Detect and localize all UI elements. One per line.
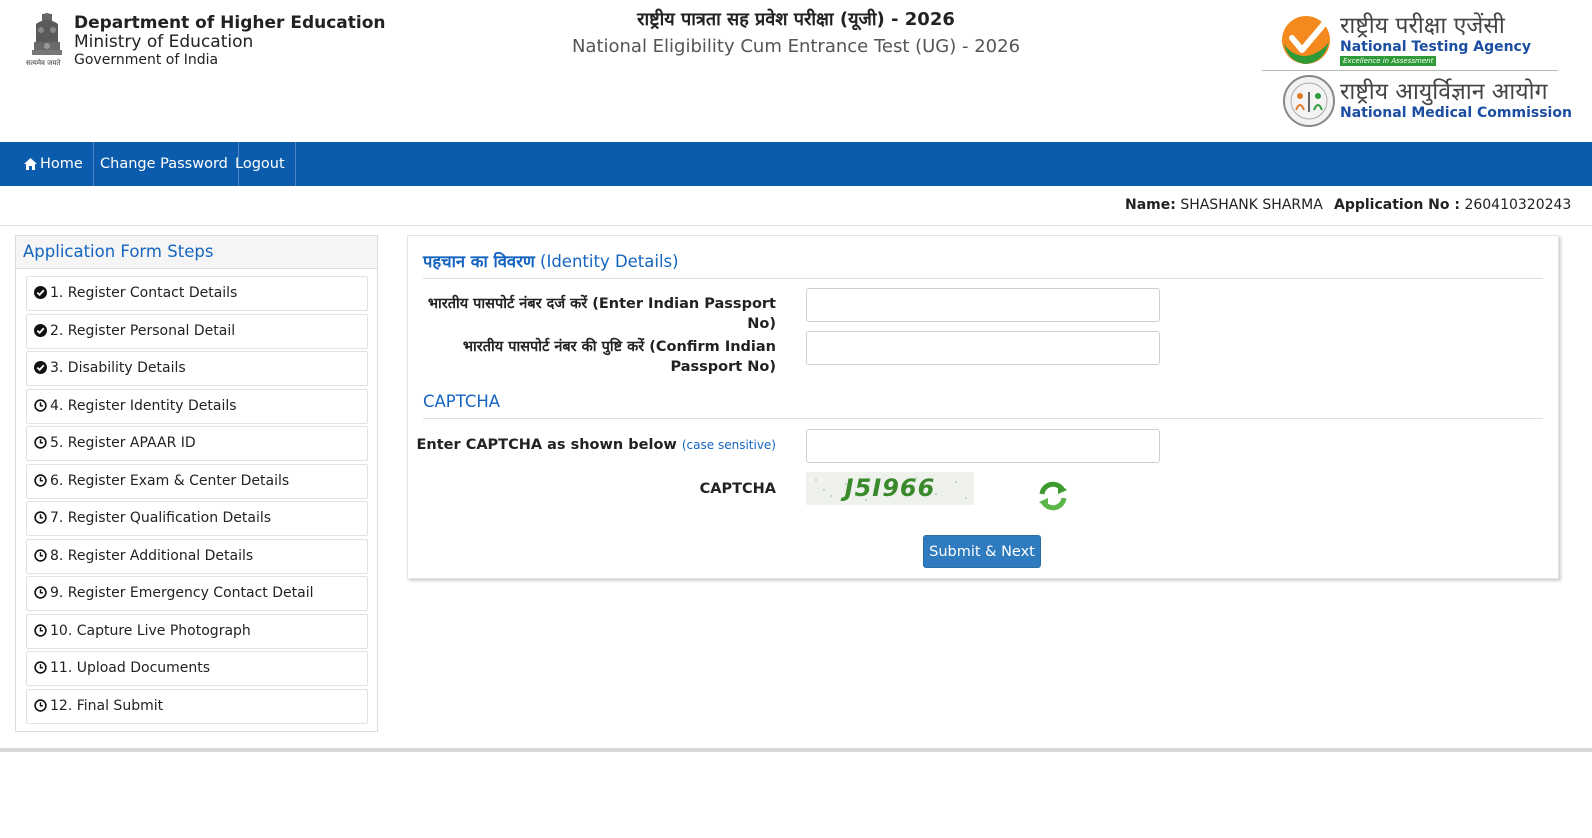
clock-icon	[34, 548, 47, 562]
confirm-passport-input[interactable]	[806, 331, 1160, 365]
clock-icon	[34, 398, 47, 412]
department-block: Department of Higher Education Ministry …	[74, 13, 386, 69]
app-label: Application No :	[1334, 197, 1460, 213]
home-icon	[24, 158, 37, 170]
passport-label: भारतीय पासपोर्ट नंबर दर्ज करें (Enter In…	[427, 296, 776, 332]
sidebar-step-label: 5. Register APAAR ID	[50, 435, 196, 451]
captcha-input[interactable]	[806, 429, 1160, 463]
sidebar-step-label: 9. Register Emergency Contact Detail	[50, 585, 314, 601]
case-sensitive-hint: (case sensitive)	[681, 438, 776, 452]
national-emblem-icon: सत्यमेव जयते	[26, 12, 66, 70]
sidebar-step[interactable]: 11. Upload Documents	[26, 651, 368, 686]
nav-home-label: Home	[40, 156, 83, 172]
clock-icon	[34, 623, 47, 637]
captcha-section-title: CAPTCHA	[423, 392, 501, 411]
sidebar-step[interactable]: 4. Register Identity Details	[26, 388, 368, 424]
captcha-image: J5I966	[806, 472, 974, 505]
sidebar-step[interactable]: 3. Disability Details	[26, 351, 368, 386]
submit-next-button[interactable]: Submit & Next	[923, 535, 1041, 568]
ministry-name: Ministry of Education	[74, 32, 254, 52]
sidebar-step-label: 8. Register Additional Details	[50, 547, 254, 564]
app-value: 260410320243	[1464, 197, 1572, 213]
application-number: Application No : 260410320243	[1334, 197, 1571, 213]
sidebar-step-label: 2. Register Personal Detail	[50, 322, 236, 339]
clock-icon	[34, 511, 47, 524]
sidebar-step-label: 12. Final Submit	[50, 697, 164, 714]
check-circle-icon	[34, 323, 47, 337]
sidebar-step-label: 3. Disability Details	[50, 360, 186, 376]
clock-icon	[34, 473, 47, 487]
clock-icon	[34, 436, 47, 449]
section-divider	[423, 278, 1543, 279]
captcha-label-text: Enter CAPTCHA as shown below	[416, 437, 677, 453]
refresh-captcha-icon[interactable]	[1036, 479, 1070, 513]
sidebar-step[interactable]: 5. Register APAAR ID	[26, 426, 368, 461]
user-info-strip: Name: SHASHANK SHARMA Application No : 2…	[0, 186, 1592, 226]
sidebar-step[interactable]: 6. Register Exam & Center Details	[26, 463, 368, 499]
clock-icon	[34, 698, 47, 712]
nta-name-english: National Testing Agency	[1340, 39, 1531, 55]
captcha-section-divider	[423, 418, 1543, 419]
exam-title-hindi: राष्ट्रीय पात्रता सह प्रवेश परीक्षा (यूज…	[637, 9, 955, 30]
captcha-input-label: Enter CAPTCHA as shown below (case sensi…	[416, 435, 777, 455]
candidate-name: Name: SHASHANK SHARMA	[1125, 197, 1323, 213]
nav-change-password[interactable]: Change Password	[90, 142, 239, 186]
identity-form-panel: पहचान का विवरण (Identity Details) भारतीय…	[407, 235, 1559, 579]
nta-name-hindi: राष्ट्रीय परीक्षा एजेंसी	[1340, 13, 1505, 39]
emblem-caption: सत्यमेव जयते	[26, 59, 61, 67]
nav-logout[interactable]: Logout	[225, 142, 296, 186]
check-circle-icon	[34, 286, 47, 299]
sidebar-step-label: 7. Register Qualification Details	[50, 510, 272, 526]
sidebar-step[interactable]: 2. Register Personal Detail	[26, 313, 368, 349]
nmc-logo-icon	[1283, 75, 1335, 127]
sidebar-step-label: 10. Capture Live Photograph	[50, 622, 251, 639]
nmc-name-hindi: राष्ट्रीय आयुर्विज्ञान आयोग	[1340, 79, 1548, 105]
sidebar-step[interactable]: 9. Register Emergency Contact Detail	[26, 576, 368, 611]
sidebar-step-label: 1. Register Contact Details	[50, 285, 238, 301]
name-label: Name:	[1125, 197, 1176, 213]
sidebar-step-label: 11. Upload Documents	[50, 660, 211, 676]
captcha-image-label: CAPTCHA	[699, 481, 776, 497]
header-divider	[1262, 70, 1558, 71]
government-name: Government of India	[74, 52, 219, 68]
confirm-passport-label: भारतीय पासपोर्ट नंबर की पुष्टि करें (Con…	[462, 339, 776, 375]
sidebar-step[interactable]: 7. Register Qualification Details	[26, 501, 368, 536]
exam-title-block: राष्ट्रीय पात्रता सह प्रवेश परीक्षा (यूज…	[500, 8, 1092, 62]
check-circle-icon	[34, 361, 47, 374]
sidebar-step[interactable]: 10. Capture Live Photograph	[26, 613, 368, 649]
exam-title-english: National Eligibility Cum Entrance Test (…	[571, 36, 1021, 57]
sidebar-step-label: 4. Register Identity Details	[50, 397, 237, 414]
application-steps-sidebar: Application Form Steps 1. Register Conta…	[15, 235, 378, 732]
nmc-name-english: National Medical Commission	[1340, 105, 1572, 121]
main-navbar: Home Change Password Logout	[0, 142, 1592, 186]
nta-logo-block: राष्ट्रीय परीक्षा एजेंसी National Testin…	[1280, 12, 1560, 70]
sidebar-title: Application Form Steps	[16, 236, 377, 269]
section-title-english: (Identity Details)	[540, 252, 679, 271]
sidebar-step-label: 6. Register Exam & Center Details	[50, 472, 290, 489]
page-header: सत्यमेव जयते Department of Higher Educat…	[0, 0, 1592, 142]
section-title-hindi: पहचान का विवरण	[423, 252, 535, 271]
sidebar-step[interactable]: 8. Register Additional Details	[26, 538, 368, 574]
clock-icon	[34, 661, 47, 674]
captcha-text: J5I966	[844, 474, 936, 502]
sidebar-step[interactable]: 12. Final Submit	[26, 688, 368, 724]
identity-section-title: पहचान का विवरण (Identity Details)	[423, 249, 679, 272]
nmc-logo-block: राष्ट्रीय आयुर्विज्ञान आयोग National Med…	[1282, 74, 1572, 130]
name-value: SHASHANK SHARMA	[1180, 197, 1323, 213]
nta-tagline: Excellence in Assessment	[1340, 56, 1437, 66]
nav-home[interactable]: Home	[14, 142, 94, 186]
nta-logo-icon	[1282, 16, 1330, 64]
sidebar-step[interactable]: 1. Register Contact Details	[26, 276, 368, 311]
footer-divider	[0, 748, 1592, 752]
clock-icon	[34, 586, 47, 599]
passport-input[interactable]	[806, 288, 1160, 322]
department-name: Department of Higher Education	[74, 13, 386, 33]
